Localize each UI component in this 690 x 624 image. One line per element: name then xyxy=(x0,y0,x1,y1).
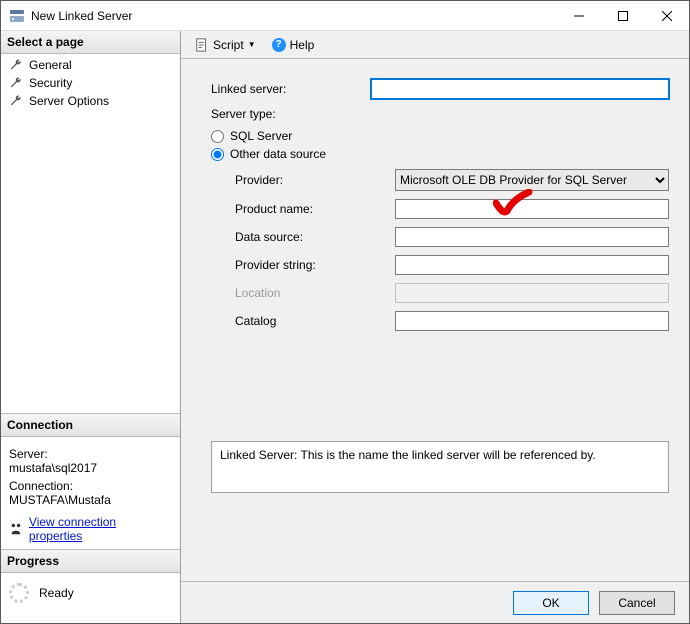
connection-header: Connection xyxy=(1,414,180,437)
view-connection-properties-text: View connection properties xyxy=(29,515,172,543)
sql-server-radio[interactable] xyxy=(211,130,224,143)
provider-label: Provider: xyxy=(235,173,395,187)
provider-select[interactable]: Microsoft OLE DB Provider for SQL Server xyxy=(395,169,669,191)
product-name-input[interactable] xyxy=(395,199,669,219)
linked-server-input[interactable] xyxy=(371,79,669,99)
sidebar-item-security[interactable]: Security xyxy=(1,74,180,92)
maximize-button[interactable] xyxy=(601,1,645,31)
window-title: New Linked Server xyxy=(31,9,557,23)
script-label: Script xyxy=(213,38,244,52)
cancel-button[interactable]: Cancel xyxy=(599,591,675,615)
sidebar-item-server-options[interactable]: Server Options xyxy=(1,92,180,110)
progress-status: Ready xyxy=(39,586,74,600)
progress-spinner-icon xyxy=(9,583,29,603)
dialog-body: Select a page General Security Server Op… xyxy=(1,31,689,623)
dialog-footer: OK Cancel xyxy=(181,581,689,623)
form-area: Linked server: Server type: SQL Server O… xyxy=(181,59,689,581)
wrench-icon xyxy=(9,94,23,108)
provider-string-label: Provider string: xyxy=(235,258,395,272)
progress-section: Progress Ready xyxy=(1,549,180,623)
script-icon xyxy=(195,38,209,52)
connection-section: Connection Server: mustafa\sql2017 Conne… xyxy=(1,413,180,549)
select-page-header: Select a page xyxy=(1,31,180,54)
view-connection-properties-link[interactable]: View connection properties xyxy=(9,515,172,543)
close-button[interactable] xyxy=(645,1,689,31)
dialog-window: New Linked Server Select a page General … xyxy=(0,0,690,624)
sidebar-item-label: Security xyxy=(29,76,72,90)
app-icon xyxy=(9,8,25,24)
help-button[interactable]: ? Help xyxy=(266,36,321,54)
help-icon: ? xyxy=(272,38,286,52)
title-bar: New Linked Server xyxy=(1,1,689,31)
product-name-label: Product name: xyxy=(235,202,395,216)
connection-label: Connection: xyxy=(9,479,172,493)
sidebar-item-label: Server Options xyxy=(29,94,109,108)
provider-string-input[interactable] xyxy=(395,255,669,275)
sidebar-item-label: General xyxy=(29,58,72,72)
ok-button[interactable]: OK xyxy=(513,591,589,615)
wrench-icon xyxy=(9,58,23,72)
sidebar: Select a page General Security Server Op… xyxy=(1,31,181,623)
location-label: Location xyxy=(235,286,395,300)
data-source-label: Data source: xyxy=(235,230,395,244)
sql-server-radio-label: SQL Server xyxy=(230,129,292,143)
other-data-source-radio-label: Other data source xyxy=(230,147,326,161)
catalog-input[interactable] xyxy=(395,311,669,331)
toolbar: Script ▼ ? Help xyxy=(181,31,689,59)
server-value: mustafa\sql2017 xyxy=(9,461,172,475)
help-label: Help xyxy=(290,38,315,52)
connection-value: MUSTAFA\Mustafa xyxy=(9,493,172,507)
main-panel: Script ▼ ? Help Linked server: Server ty… xyxy=(181,31,689,623)
sidebar-item-general[interactable]: General xyxy=(1,56,180,74)
page-list: General Security Server Options xyxy=(1,54,180,112)
server-type-label: Server type: xyxy=(211,107,371,121)
other-source-fields: Provider: Microsoft OLE DB Provider for … xyxy=(235,169,669,331)
progress-header: Progress xyxy=(1,550,180,573)
connection-icon xyxy=(9,522,23,536)
hint-box: Linked Server: This is the name the link… xyxy=(211,441,669,493)
data-source-input[interactable] xyxy=(395,227,669,247)
location-input xyxy=(395,283,669,303)
hint-text: Linked Server: This is the name the link… xyxy=(220,448,596,462)
other-data-source-radio[interactable] xyxy=(211,148,224,161)
minimize-button[interactable] xyxy=(557,1,601,31)
wrench-icon xyxy=(9,76,23,90)
catalog-label: Catalog xyxy=(235,314,395,328)
chevron-down-icon: ▼ xyxy=(248,40,256,49)
linked-server-label: Linked server: xyxy=(211,82,371,96)
script-button[interactable]: Script ▼ xyxy=(189,36,262,54)
server-label: Server: xyxy=(9,447,172,461)
